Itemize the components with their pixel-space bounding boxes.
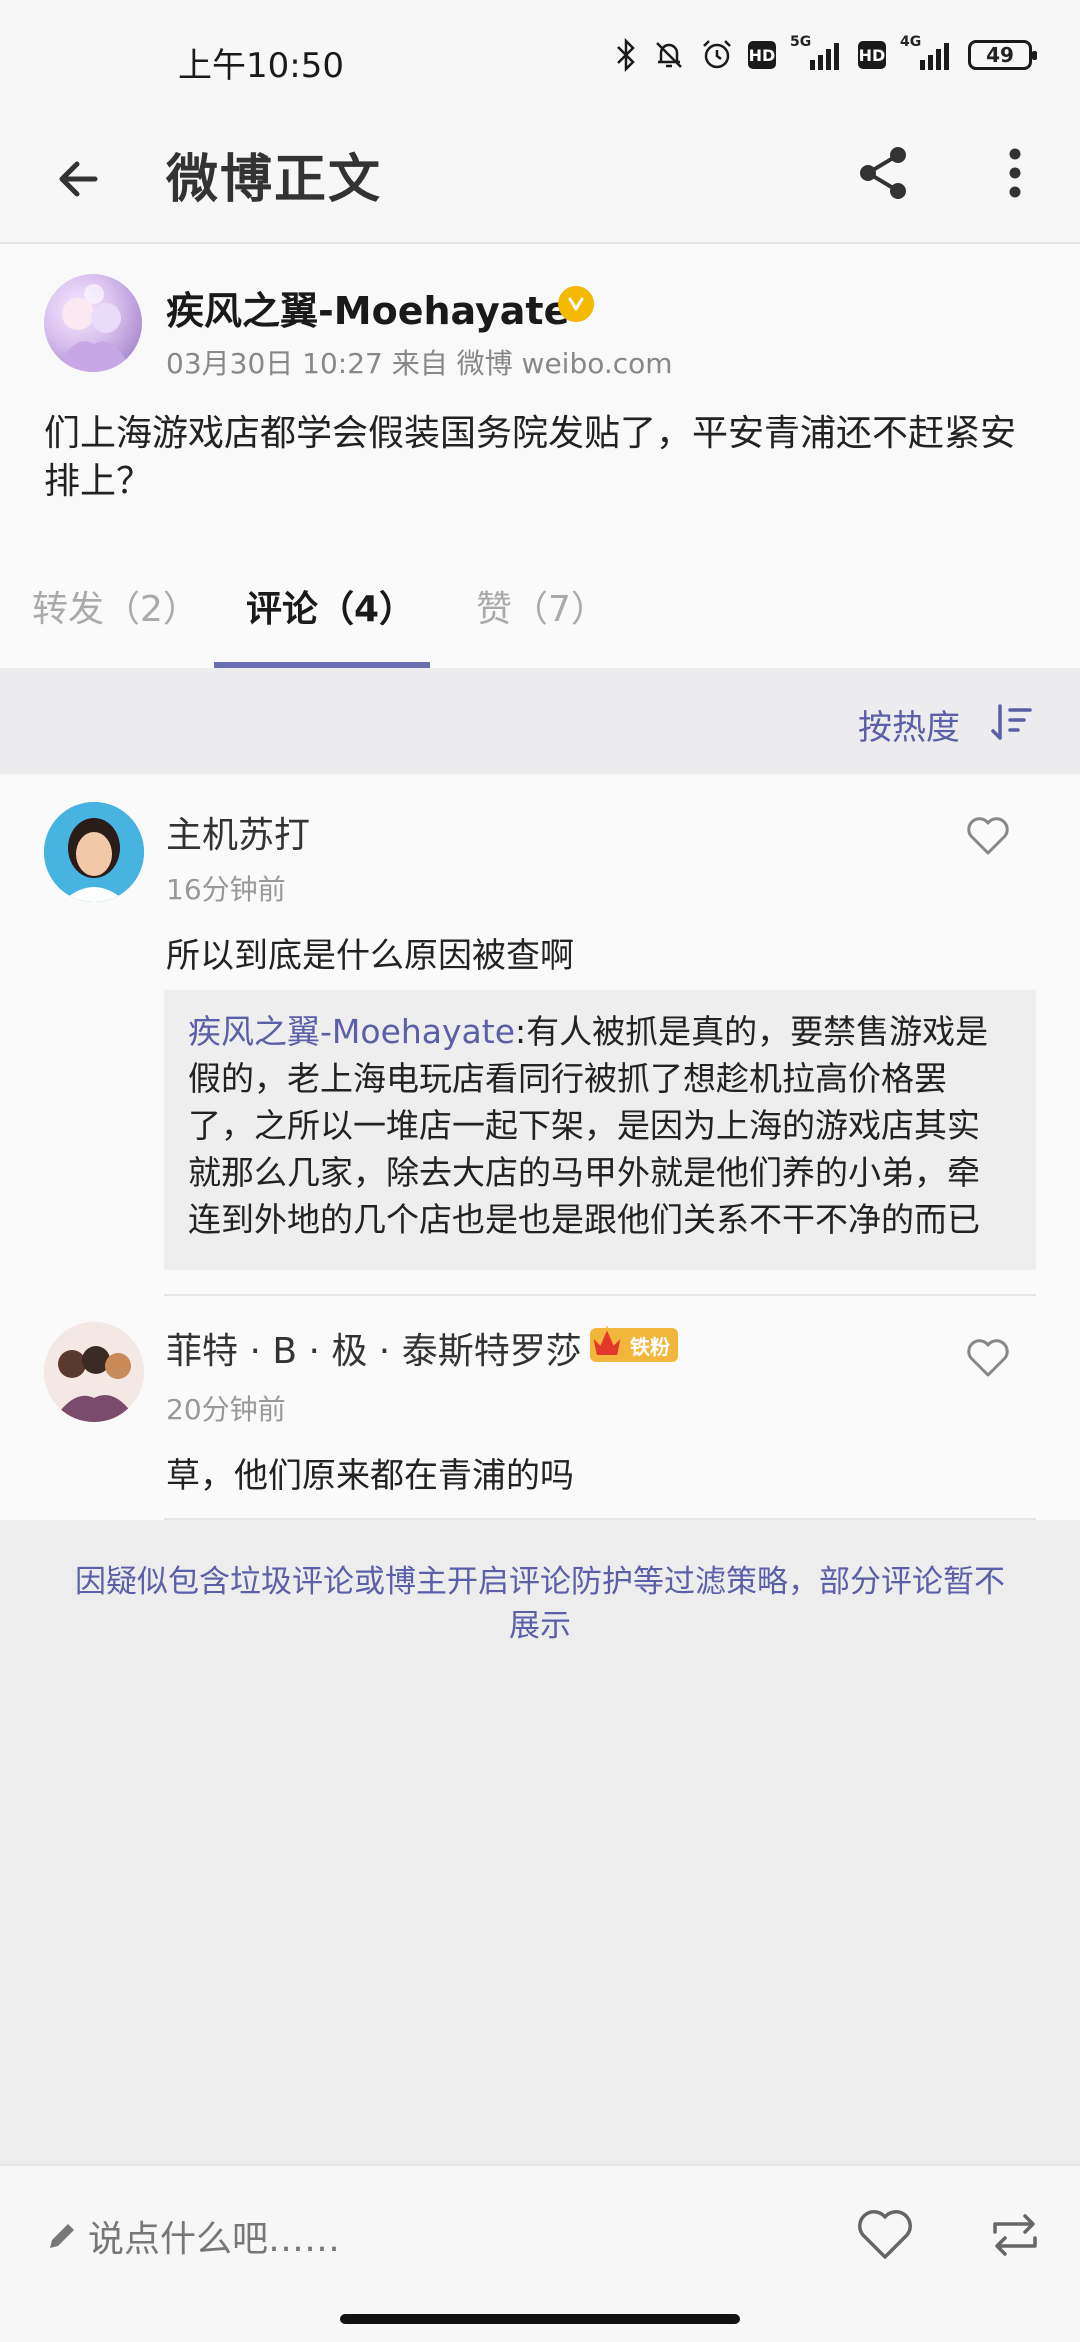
sort-button[interactable]: 按热度 xyxy=(858,700,960,749)
comment-placeholder: 说点什么吧…… xyxy=(88,2219,341,2260)
repost-button[interactable] xyxy=(980,2200,1050,2270)
page-title: 微博正文 xyxy=(166,150,383,210)
post: 疾风之翼-Moehayate 03月30日 10:27 来自 微博 weibo.… xyxy=(0,244,1080,534)
like-button[interactable] xyxy=(850,2200,920,2270)
filter-notice: 因疑似包含垃圾评论或博主开启评论防护等过滤策略，部分评论暂不展示 xyxy=(75,1564,1005,1644)
divider xyxy=(164,1294,1036,1296)
title-bar: 微博正文 xyxy=(0,120,1080,244)
more-icon xyxy=(1009,148,1021,198)
verified-icon xyxy=(558,286,594,322)
alarm-icon xyxy=(703,40,731,69)
avatar-image xyxy=(44,1322,144,1422)
comment-like-button[interactable] xyxy=(960,808,1016,864)
divider xyxy=(164,1518,1036,1520)
home-indicator xyxy=(340,2314,740,2324)
commenter-avatar[interactable] xyxy=(44,802,144,902)
post-author[interactable]: 疾风之翼-Moehayate xyxy=(166,280,569,335)
hd-badge: HD xyxy=(748,41,776,69)
signal-5g: 5G xyxy=(790,34,844,72)
crown-icon xyxy=(590,1325,624,1357)
heart-icon xyxy=(967,817,1009,855)
comment-text: 所以到底是什么原因被查啊 xyxy=(166,936,574,976)
sort-bar: 按热度 xyxy=(0,668,1080,774)
status-bar: 上午10:50 HD 5G HD 4G 49 xyxy=(0,0,1080,120)
comment-author[interactable]: 主机苏打 xyxy=(166,806,310,858)
share-icon xyxy=(860,147,906,199)
avatar-image xyxy=(44,802,144,902)
comment-text: 草，他们原来都在青浦的吗 xyxy=(166,1456,574,1496)
back-arrow-icon xyxy=(59,161,98,197)
quote-author[interactable]: 疾风之翼-Moehayate xyxy=(188,1012,515,1051)
back-button[interactable] xyxy=(44,144,114,214)
tab-reposts[interactable]: 转发（2） xyxy=(32,580,199,632)
tab-likes[interactable]: 赞（7） xyxy=(476,580,607,632)
comment-list: 主机苏打 16分钟前 所以到底是什么原因被查啊 疾风之翼-Moehayate:有… xyxy=(0,774,1080,1520)
check-icon xyxy=(568,297,584,311)
commenter-avatar[interactable] xyxy=(44,1322,144,1422)
status-icons: HD 5G HD 4G 49 xyxy=(614,34,1037,72)
share-button[interactable] xyxy=(848,138,918,208)
bluetooth-icon xyxy=(617,38,635,72)
comment-like-button[interactable] xyxy=(960,1330,1016,1386)
comment-input[interactable]: 说点什么吧…… xyxy=(46,2210,340,2262)
battery-icon: 49 xyxy=(968,40,1037,70)
more-button[interactable] xyxy=(980,138,1050,208)
signal-4g: 4G xyxy=(900,34,954,72)
author-avatar[interactable] xyxy=(44,274,142,372)
post-text: 们上海游戏店都学会假装国务院发贴了，平安青浦还不赶紧安排上？ xyxy=(44,413,1017,502)
sort-icon[interactable] xyxy=(990,702,1034,742)
comment-time: 20分钟前 xyxy=(166,1393,286,1426)
fan-badge-label: 铁粉 xyxy=(630,1334,670,1359)
bell-off-icon xyxy=(656,42,682,68)
signal-icon xyxy=(810,43,839,70)
comment-time: 16分钟前 xyxy=(166,873,286,906)
post-meta: 03月30日 10:27 来自 微博 weibo.com xyxy=(166,347,673,380)
comment-author[interactable]: 菲特 · B · 极 · 泰斯特罗莎 xyxy=(166,1322,582,1374)
tab-comments[interactable]: 评论（4） xyxy=(246,580,415,632)
tabs: 转发（2） 评论（4） 赞（7） xyxy=(0,534,1080,668)
repost-icon xyxy=(993,2214,1037,2256)
signal-icon xyxy=(920,43,949,70)
status-time: 上午10:50 xyxy=(178,46,344,86)
pencil-icon xyxy=(50,2224,74,2248)
bottom-bar: 说点什么吧…… xyxy=(0,2164,1080,2342)
reply-quote[interactable]: 疾风之翼-Moehayate:有人被抓是真的，要禁售游戏是假的，老上海电玩店看同… xyxy=(164,990,1036,1270)
avatar-image xyxy=(54,284,132,372)
heart-icon xyxy=(967,1339,1009,1377)
hd-badge: HD xyxy=(858,41,886,69)
heart-icon xyxy=(858,2210,912,2259)
